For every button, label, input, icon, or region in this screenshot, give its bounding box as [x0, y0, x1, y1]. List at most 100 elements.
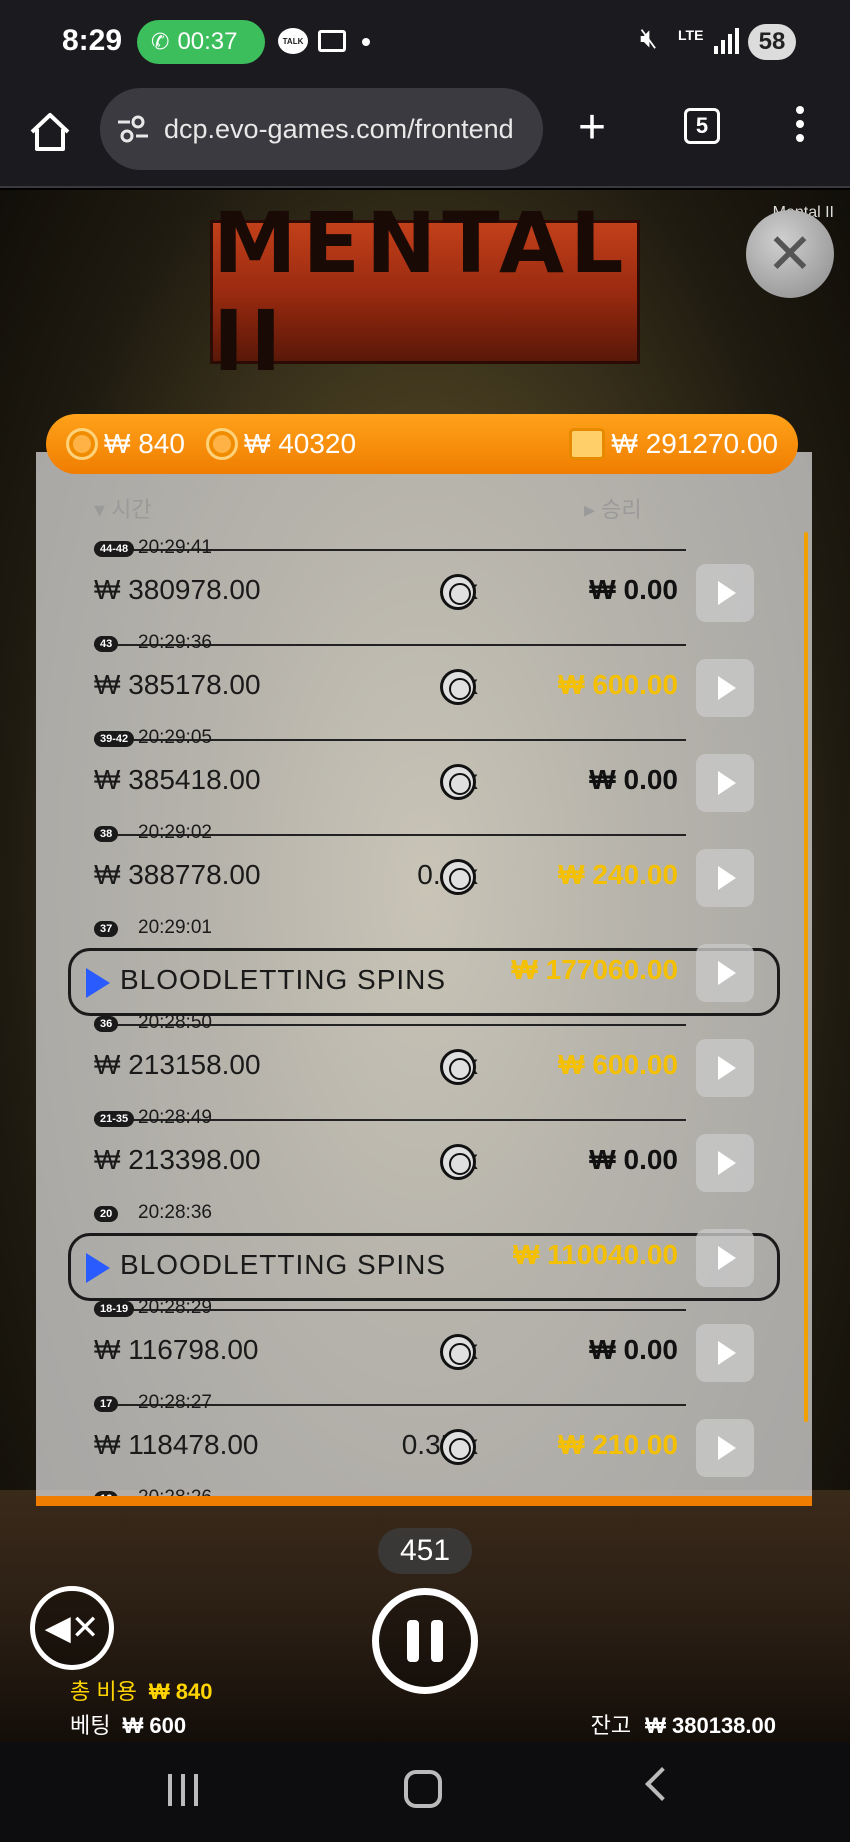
- replay-button[interactable]: [696, 1324, 754, 1382]
- row-time: 20:29:01: [138, 917, 212, 938]
- bonus-arrow-icon: [86, 1253, 110, 1283]
- site-settings-icon[interactable]: [116, 114, 150, 144]
- history-row[interactable]: 44-4820:29:41₩ 380978.000 x₩ 0.00: [36, 532, 812, 627]
- tab-switcher-button[interactable]: 5: [684, 108, 720, 144]
- coin-icon: [440, 1334, 476, 1370]
- row-time: 20:29:02: [138, 822, 212, 843]
- coin-icon: [440, 1049, 476, 1085]
- round-badge: 44-48: [94, 541, 135, 557]
- total-cost-label: 총 비용: [70, 1679, 137, 1704]
- lte-icon: LTE: [678, 27, 704, 43]
- replay-button[interactable]: [696, 564, 754, 622]
- wallet-icon: [569, 428, 606, 460]
- round-badge: 20: [94, 1206, 119, 1222]
- mute-icon: 🔇︎: [640, 22, 658, 53]
- round-badge: 18-19: [94, 1301, 135, 1317]
- overflow-menu-icon[interactable]: [796, 106, 806, 146]
- balance-item: ₩ 291270.00: [569, 428, 778, 460]
- new-tab-icon[interactable]: +: [578, 104, 606, 152]
- call-duration: 00:37: [177, 28, 238, 55]
- total-cost: 총 비용 ₩ 840: [70, 1674, 212, 1706]
- notification-dot-icon: [362, 38, 370, 46]
- row-win: ₩ 177060.00: [511, 954, 678, 985]
- row-time: 20:28:27: [138, 1392, 212, 1413]
- row-win: ₩ 600.00: [558, 669, 678, 700]
- close-icon[interactable]: ✕: [746, 210, 834, 298]
- coin-stack-icon: [206, 428, 238, 460]
- url-text[interactable]: dcp.evo-games.com/frontend: [164, 114, 514, 145]
- bonus-label: BLOODLETTING SPINS: [120, 1249, 447, 1280]
- row-balance: ₩ 213398.00: [94, 1144, 261, 1175]
- history-panel[interactable]: ▾ 시간 ▸ 승리 44-4820:29:41₩ 380978.000 x₩ 0…: [36, 452, 812, 1506]
- bet-value: ₩ 600: [122, 1713, 187, 1738]
- replay-button[interactable]: [696, 849, 754, 907]
- coin-icon: [440, 1429, 476, 1465]
- recent-apps-icon[interactable]: [168, 1774, 202, 1806]
- bet-label: 베팅: [70, 1713, 111, 1738]
- row-time: 20:28:26: [138, 1487, 212, 1506]
- home-icon[interactable]: [28, 110, 72, 154]
- history-row[interactable]: 18-1920:28:29₩ 116798.000 x₩ 0.00: [36, 1292, 812, 1387]
- history-row: 16 20:28:26: [36, 1482, 812, 1506]
- bonus-row[interactable]: 20 20:28:36 BLOODLETTING SPINS ₩ 110040.00: [36, 1197, 812, 1301]
- history-row[interactable]: 39-4220:29:05₩ 385418.000 x₩ 0.00: [36, 722, 812, 817]
- balance: 잔고 ₩ 380138.00: [591, 1708, 776, 1740]
- call-indicator[interactable]: ✆ 00:37: [137, 20, 265, 64]
- round-badge: 43: [94, 636, 119, 652]
- bonus-row[interactable]: 37 20:29:01 BLOODLETTING SPINS ₩ 177060.00: [36, 912, 812, 1016]
- balance-amount: ₩ 380138.00: [645, 1713, 776, 1738]
- phone-icon: ✆: [151, 29, 170, 54]
- balance-label: 잔고: [590, 1713, 632, 1738]
- row-time: 20:28:36: [138, 1202, 212, 1223]
- history-row[interactable]: 4320:29:36₩ 385178.001 x₩ 600.00: [36, 627, 812, 722]
- row-time: 20:29:41: [138, 537, 212, 558]
- replay-button[interactable]: [696, 944, 754, 1002]
- sound-muted-icon[interactable]: ◀✕: [30, 1586, 114, 1670]
- coin-icon: [66, 428, 98, 460]
- round-badge: 37: [94, 921, 119, 937]
- bet-amount: 베팅 ₩ 600: [70, 1708, 186, 1740]
- replay-button[interactable]: [696, 754, 754, 812]
- row-win: ₩ 0.00: [589, 574, 678, 605]
- total-win-item: ₩ 40320: [206, 428, 356, 460]
- scrollbar[interactable]: [804, 532, 808, 1422]
- history-row[interactable]: 3820:29:02₩ 388778.000.4 x₩ 240.00: [36, 817, 812, 912]
- replay-button[interactable]: [696, 1229, 754, 1287]
- row-balance: ₩ 118478.00: [94, 1429, 259, 1460]
- round-badge: 39-42: [94, 731, 135, 747]
- column-header-time[interactable]: ▾ 시간: [94, 492, 152, 524]
- round-badge: 21-35: [94, 1111, 135, 1127]
- round-badge: 17: [94, 1396, 119, 1412]
- replay-button[interactable]: [696, 1039, 754, 1097]
- nav-home-icon[interactable]: [404, 1770, 442, 1808]
- history-row[interactable]: 3620:28:50₩ 213158.001 x₩ 600.00: [36, 1007, 812, 1102]
- coin-icon: [440, 669, 476, 705]
- row-balance: ₩ 385418.00: [94, 764, 261, 795]
- coin-icon: [440, 574, 476, 610]
- pause-button[interactable]: [372, 1588, 478, 1694]
- logo-text: MENTAL II: [213, 194, 630, 390]
- row-time: 20:28:49: [138, 1107, 212, 1128]
- total-cost-value: ₩ 840: [148, 1679, 213, 1704]
- back-icon[interactable]: [645, 1767, 679, 1801]
- signal-icon: [714, 28, 740, 54]
- history-row[interactable]: 1720:28:27₩ 118478.000.35 x₩ 210.00: [36, 1387, 812, 1482]
- autoplay-spin-count: 451: [378, 1528, 472, 1574]
- row-balance: ₩ 380978.00: [94, 574, 261, 605]
- row-balance: ₩ 388778.00: [94, 859, 261, 890]
- replay-button[interactable]: [696, 659, 754, 717]
- row-time: 20:29:36: [138, 632, 212, 653]
- game-viewport: Mental II MENTAL II ✕ ▾ 시간 ▸ 승리 44-4820:…: [0, 190, 850, 1742]
- address-bar[interactable]: dcp.evo-games.com/frontend: [100, 88, 543, 170]
- replay-button[interactable]: [696, 1134, 754, 1192]
- history-row[interactable]: 21-3520:28:49₩ 213398.000 x₩ 0.00: [36, 1102, 812, 1197]
- coin-icon: [440, 1144, 476, 1180]
- coin-icon: [440, 859, 476, 895]
- row-win: ₩ 0.00: [589, 1144, 678, 1175]
- row-time: 20:29:05: [138, 727, 212, 748]
- history-summary-bar: ₩ 840 ₩ 40320 ₩ 291270.00: [46, 414, 798, 474]
- system-nav-bar: [0, 1742, 850, 1842]
- replay-button[interactable]: [696, 1419, 754, 1477]
- bet-cost-value: ₩ 840: [104, 428, 185, 459]
- column-header-win[interactable]: ▸ 승리: [584, 492, 642, 524]
